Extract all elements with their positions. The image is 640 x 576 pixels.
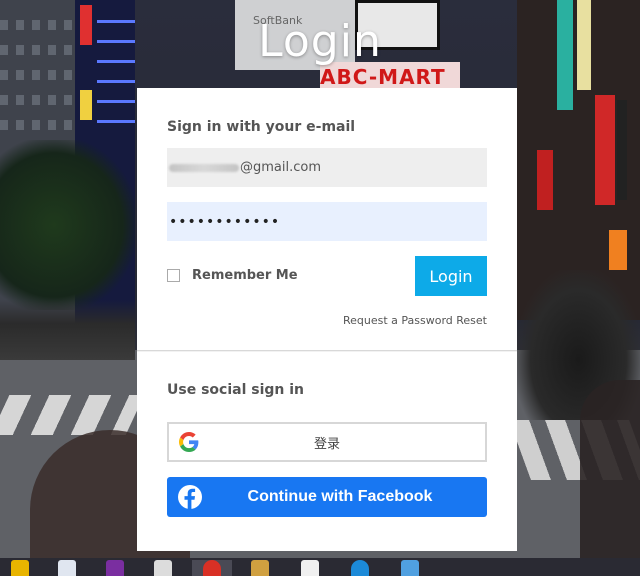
section-divider: [137, 350, 517, 351]
file-explorer-icon: [11, 560, 29, 576]
notepad-icon: [154, 560, 172, 576]
paint-icon: [251, 560, 269, 576]
remember-me-toggle[interactable]: Remember Me: [167, 268, 298, 283]
email-domain-text: @gmail.com: [240, 160, 322, 175]
remember-me-checkbox[interactable]: [167, 269, 180, 282]
login-button[interactable]: Login: [415, 256, 487, 296]
taskbar-maps[interactable]: [47, 560, 87, 576]
taskbar-notes[interactable]: [290, 560, 330, 576]
maps-icon: [58, 560, 76, 576]
google-signin-label: 登录: [313, 436, 340, 452]
onenote-icon: [106, 560, 124, 576]
email-section-heading: Sign in with your e-mail: [167, 119, 356, 135]
chrome-icon: [203, 560, 221, 576]
taskbar-onenote[interactable]: [95, 560, 135, 576]
social-section-heading: Use social sign in: [167, 382, 304, 398]
k-app-icon: [351, 560, 369, 576]
email-field[interactable]: @gmail.com: [167, 148, 487, 187]
google-g-icon: [179, 432, 199, 452]
taskbar-k-app[interactable]: [340, 560, 380, 576]
notes-icon: [301, 560, 319, 576]
google-signin-button[interactable]: 登录: [167, 422, 487, 462]
facebook-signin-label: Continue with Facebook: [247, 488, 433, 505]
remember-me-label: Remember Me: [192, 268, 298, 283]
taskbar-notepad[interactable]: [143, 560, 183, 576]
facebook-signin-button[interactable]: Continue with Facebook: [167, 477, 487, 517]
taskbar-file-explorer[interactable]: [0, 560, 40, 576]
login-card: Sign in with your e-mail @gmail.com ••••…: [137, 88, 517, 551]
password-reset-link[interactable]: Request a Password Reset: [343, 314, 487, 327]
taskbar-paint[interactable]: [240, 560, 280, 576]
tools-icon: [401, 560, 419, 576]
crowd-left: [0, 300, 135, 360]
taskbar: [0, 558, 640, 576]
page-title: Login: [258, 16, 382, 67]
taskbar-chrome[interactable]: [192, 560, 232, 576]
crosswalk-left: [0, 395, 145, 435]
facebook-icon: [178, 485, 202, 509]
redacted-email-name: [169, 163, 239, 172]
trees: [0, 140, 135, 310]
taskbar-tools[interactable]: [390, 560, 430, 576]
password-field[interactable]: ••••••••••••: [167, 202, 487, 241]
foreground-person-right: [580, 380, 640, 576]
password-mask: ••••••••••••: [169, 213, 281, 230]
